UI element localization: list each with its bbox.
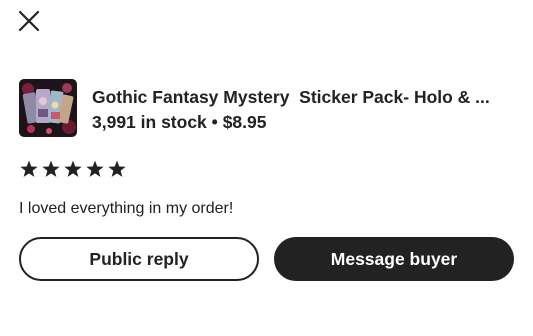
- listing-thumbnail[interactable]: [19, 79, 77, 137]
- message-buyer-label: Message buyer: [330, 248, 458, 269]
- star-icon: [19, 158, 39, 180]
- stock-count: 3,991 in stock: [92, 112, 207, 132]
- star-rating: [19, 158, 127, 180]
- close-icon: [18, 10, 40, 32]
- star-icon: [63, 158, 83, 180]
- review-text: I loved everything in my order!: [19, 200, 234, 217]
- listing-meta: 3,991 in stock • $8.95: [92, 112, 266, 133]
- close-button[interactable]: [16, 8, 42, 34]
- star-icon: [41, 158, 61, 180]
- listing-price: $8.95: [222, 112, 267, 132]
- meta-separator: •: [211, 112, 218, 132]
- listing-title[interactable]: Gothic Fantasy Mystery Sticker Pack- Hol…: [92, 87, 512, 108]
- public-reply-label: Public reply: [89, 248, 189, 269]
- public-reply-button[interactable]: Public reply: [19, 237, 259, 281]
- sticker-pack-thumbnail: [19, 79, 77, 137]
- star-icon: [107, 158, 127, 180]
- star-icon: [85, 158, 105, 180]
- listing-summary: Gothic Fantasy Mystery Sticker Pack- Hol…: [19, 79, 519, 139]
- message-buyer-button[interactable]: Message buyer: [274, 237, 514, 281]
